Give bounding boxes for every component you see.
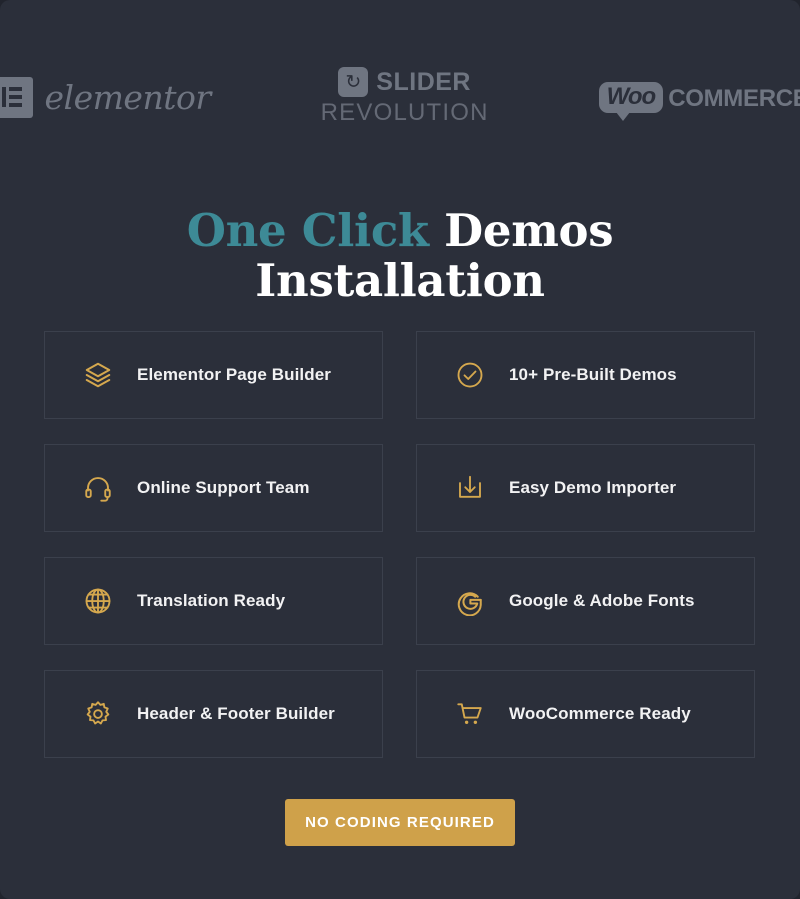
- feature-label: Header & Footer Builder: [137, 704, 335, 723]
- woocommerce-woo-text: Woo: [606, 82, 657, 110]
- check-circle-icon: [453, 358, 487, 392]
- feature-card-header-footer-builder[interactable]: Header & Footer Builder: [44, 670, 383, 758]
- feature-card-google-adobe-fonts[interactable]: Google & Adobe Fonts: [416, 557, 755, 645]
- feature-card-elementor-page-builder[interactable]: Elementor Page Builder: [44, 331, 383, 419]
- woocommerce-bubble-icon: Woo: [598, 81, 664, 121]
- headset-icon: [81, 471, 115, 505]
- slider-revolution-line2: REVOLUTION: [320, 99, 489, 126]
- feature-card-woocommerce-ready[interactable]: WooCommerce Ready: [416, 670, 755, 758]
- layers-icon: [81, 358, 115, 392]
- gear-icon: [81, 697, 115, 731]
- feature-label: Translation Ready: [137, 591, 286, 610]
- feature-card-online-support-team[interactable]: Online Support Team: [44, 444, 383, 532]
- slider-revolution-mark-icon: ↻: [338, 67, 369, 97]
- woocommerce-logo: Woo COMMERCE: [598, 81, 800, 121]
- promo-page: elementor ↻ SLIDER REVOLUTION Woo COMMER…: [0, 0, 800, 899]
- feature-label: 10+ Pre-Built Demos: [509, 365, 677, 384]
- cta-area: NO CODING REQUIRED: [0, 799, 800, 846]
- globe-icon: [81, 584, 115, 618]
- page-title-rest: Demos: [428, 204, 614, 258]
- feature-label: Elementor Page Builder: [137, 365, 331, 384]
- shopping-cart-icon: [453, 697, 487, 731]
- elementor-logo-text: elementor: [44, 77, 212, 117]
- feature-label: WooCommerce Ready: [509, 704, 691, 723]
- google-g-icon: [453, 584, 487, 618]
- page-title-line2: Installation: [255, 254, 545, 308]
- elementor-logo: elementor: [0, 76, 212, 118]
- feature-card-pre-built-demos[interactable]: 10+ Pre-Built Demos: [416, 331, 755, 419]
- download-box-icon: [453, 471, 487, 505]
- brand-logo-strip: elementor ↻ SLIDER REVOLUTION Woo COMMER…: [0, 58, 800, 136]
- no-coding-required-button[interactable]: NO CODING REQUIRED: [285, 799, 515, 846]
- page-title: One Click Demos Installation: [0, 206, 800, 306]
- elementor-mark-icon: [0, 76, 33, 118]
- feature-card-translation-ready[interactable]: Translation Ready: [44, 557, 383, 645]
- slider-revolution-logo: ↻ SLIDER REVOLUTION: [321, 67, 489, 127]
- page-title-accent: One Click: [186, 204, 429, 258]
- feature-grid: Elementor Page Builder 10+ Pre-Built Dem…: [44, 331, 756, 758]
- feature-label: Online Support Team: [137, 478, 310, 497]
- woocommerce-logo-text: COMMERCE: [668, 84, 800, 112]
- feature-label: Easy Demo Importer: [509, 478, 677, 497]
- feature-card-easy-demo-importer[interactable]: Easy Demo Importer: [416, 444, 755, 532]
- slider-revolution-line1: SLIDER: [376, 67, 471, 96]
- feature-label: Google & Adobe Fonts: [509, 591, 695, 610]
